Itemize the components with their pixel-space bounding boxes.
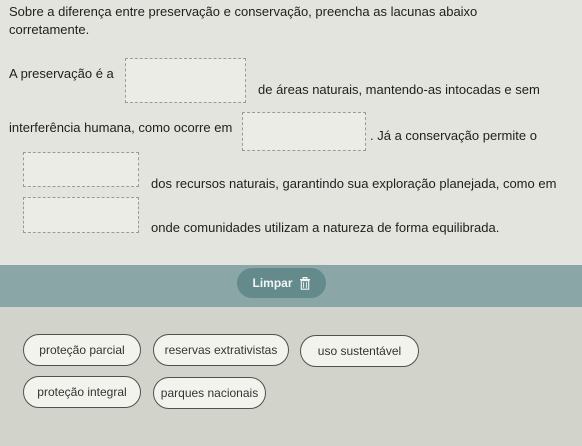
blank-slot-2[interactable] [242, 112, 366, 151]
blank-slot-1[interactable] [125, 58, 246, 103]
word-chip-reservas-extrativistas[interactable]: reservas extrativistas [153, 334, 289, 366]
instruction-line-1: Sobre a diferença entre preservação e co… [9, 4, 478, 19]
sentence-part-3: interferência humana, como ocorre em [9, 120, 233, 135]
sentence-part-2: de áreas naturais, mantendo-as intocadas… [258, 82, 540, 97]
word-chip-uso-sustentavel[interactable]: uso sustentável [300, 335, 419, 367]
instruction-line-2: corretamente. [9, 22, 90, 37]
sentence-part-5: dos recursos naturais, garantindo sua ex… [151, 176, 557, 191]
sentence-part-1: A preservação é a [9, 66, 114, 81]
clear-button-label: Limpar [252, 276, 293, 290]
sentence-part-6: onde comunidades utilizam a natureza de … [151, 220, 500, 235]
word-chip-parques-nacionais[interactable]: parques nacionais [153, 377, 266, 409]
word-chip-protecao-parcial[interactable]: proteção parcial [23, 334, 141, 366]
word-chip-protecao-integral[interactable]: proteção integral [23, 376, 141, 408]
blank-slot-3[interactable] [23, 152, 139, 187]
clear-button[interactable]: Limpar [237, 268, 326, 298]
sentence-part-4: . Já a conservação permite o [370, 128, 537, 143]
trash-icon [299, 276, 311, 290]
blank-slot-4[interactable] [23, 197, 139, 233]
